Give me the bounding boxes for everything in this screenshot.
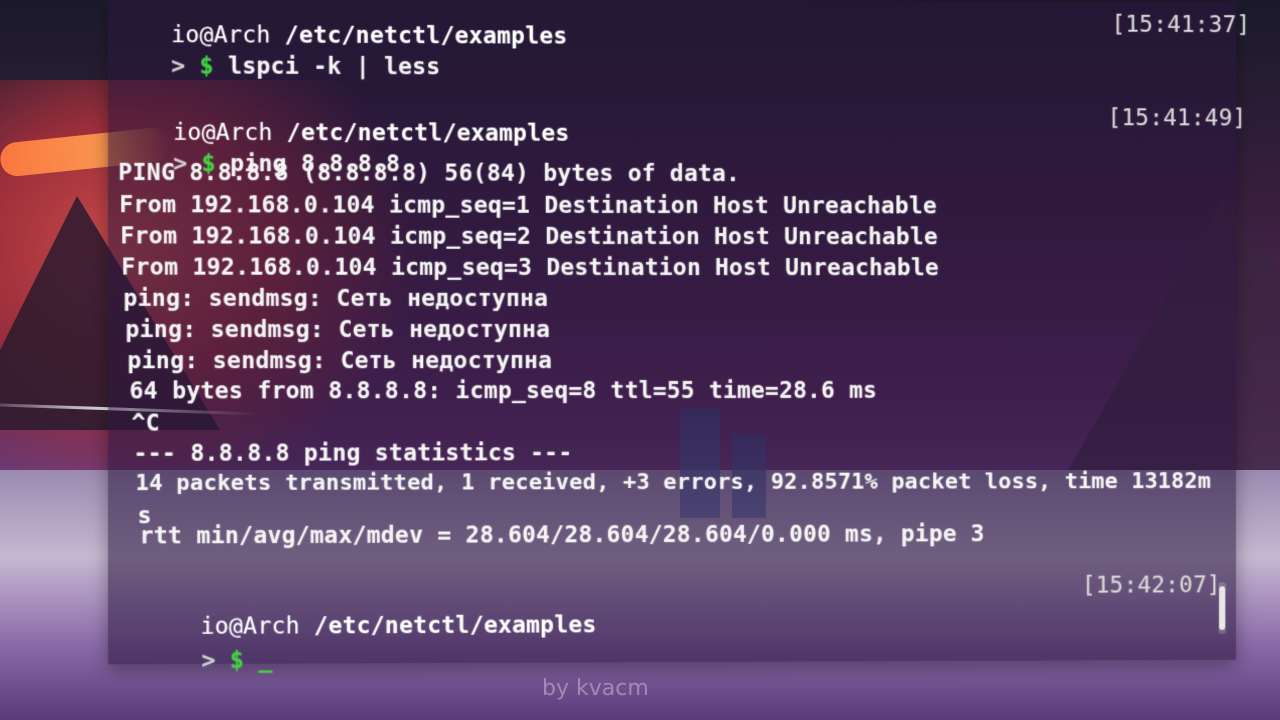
prompt-dollar: $	[199, 53, 214, 80]
command-line[interactable]: > $ _	[145, 621, 272, 700]
output-line: From 192.168.0.104 icmp_seq=2 Destinatio…	[120, 223, 938, 251]
prompt-arrow: >	[201, 647, 216, 675]
output-line: From 192.168.0.104 icmp_seq=3 Destinatio…	[121, 254, 939, 282]
prompt-path: /etc/netctl/examples	[314, 612, 597, 640]
output-line: ^C	[131, 410, 160, 437]
output-line: 64 bytes from 8.8.8.8: icmp_seq=8 ttl=55…	[129, 377, 877, 405]
prompt-dollar: $	[229, 647, 245, 674]
output-line: PING 8.8.8.8 (8.8.8.8) 56(84) bytes of d…	[118, 159, 741, 188]
output-line: ping: sendmsg: Сеть недоступна	[123, 285, 549, 312]
output-line: 14 packets transmitted, 1 received, +3 e…	[135, 469, 1211, 497]
prompt-timestamp: [15:42:07]	[1081, 572, 1221, 599]
output-line: ping: sendmsg: Сеть недоступна	[127, 348, 553, 375]
output-line: ping: sendmsg: Сеть недоступна	[125, 316, 551, 344]
prompt-timestamp: [15:41:49]	[1107, 105, 1247, 132]
watermark-text: by kvacm	[542, 676, 649, 701]
scrollbar-thumb[interactable]	[1219, 586, 1226, 630]
command-text: lspci -k | less	[228, 53, 441, 81]
terminal-window[interactable]: io@Arch /etc/netctl/examples [15:41:37] …	[108, 0, 1250, 674]
output-line: rtt min/avg/max/mdev = 28.604/28.604/28.…	[139, 521, 985, 550]
output-line: From 192.168.0.104 icmp_seq=1 Destinatio…	[119, 192, 937, 220]
output-line: --- 8.8.8.8 ping statistics ---	[133, 440, 573, 467]
prompt-arrow: >	[171, 53, 186, 80]
prompt-timestamp: [15:41:37]	[1111, 11, 1251, 39]
text-cursor[interactable]: _	[258, 648, 272, 674]
